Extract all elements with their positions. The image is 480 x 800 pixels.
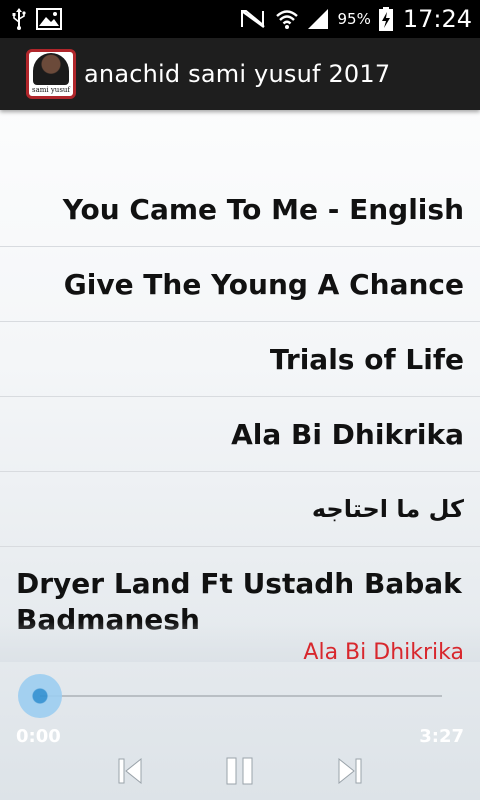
next-icon [338, 757, 362, 788]
mute-icon [239, 8, 267, 30]
track-label: Ala Bi Dhikrika [231, 417, 464, 451]
pause-button[interactable] [223, 756, 257, 790]
track-label: Give The Young A Chance [63, 267, 464, 301]
track-list: You Came To Me - English Give The Young … [0, 172, 480, 547]
previous-icon [118, 757, 142, 788]
image-icon [36, 8, 62, 30]
track-item[interactable]: Give The Young A Chance [0, 247, 480, 322]
battery-charging-icon [378, 7, 393, 31]
clock: 17:24 [402, 5, 472, 33]
status-bar: 95% 17:24 [0, 0, 480, 38]
next-button[interactable] [333, 756, 367, 790]
track-item[interactable]: You Came To Me - English [0, 172, 480, 247]
track-item[interactable]: كل ما احتاجه [0, 472, 480, 547]
wifi-icon [275, 8, 299, 30]
now-playing-label: Ala Bi Dhikrika [303, 640, 464, 665]
battery-percent: 95% [337, 10, 371, 28]
usb-icon [12, 8, 26, 30]
track-label: كل ما احتاجه [311, 495, 464, 523]
app-title: anachid sami yusuf 2017 [84, 60, 391, 88]
seek-bar[interactable] [40, 695, 442, 697]
elapsed-time: 0:00 [16, 726, 61, 747]
track-label: Trials of Life [269, 342, 464, 376]
app-icon-caption: sami yusuf [31, 86, 71, 94]
app-icon[interactable]: sami yusuf [26, 49, 76, 99]
action-bar: sami yusuf anachid sami yusuf 2017 [0, 38, 480, 110]
total-time: 3:27 [419, 726, 464, 747]
track-item[interactable]: Ala Bi Dhikrika [0, 397, 480, 472]
track-item[interactable]: Trials of Life [0, 322, 480, 397]
pause-icon [225, 757, 255, 789]
previous-button[interactable] [113, 756, 147, 790]
track-label: You Came To Me - English [62, 192, 464, 226]
signal-icon [307, 8, 329, 30]
portrait-image [33, 53, 69, 85]
player-controls [0, 752, 480, 796]
seek-thumb[interactable] [18, 674, 62, 718]
